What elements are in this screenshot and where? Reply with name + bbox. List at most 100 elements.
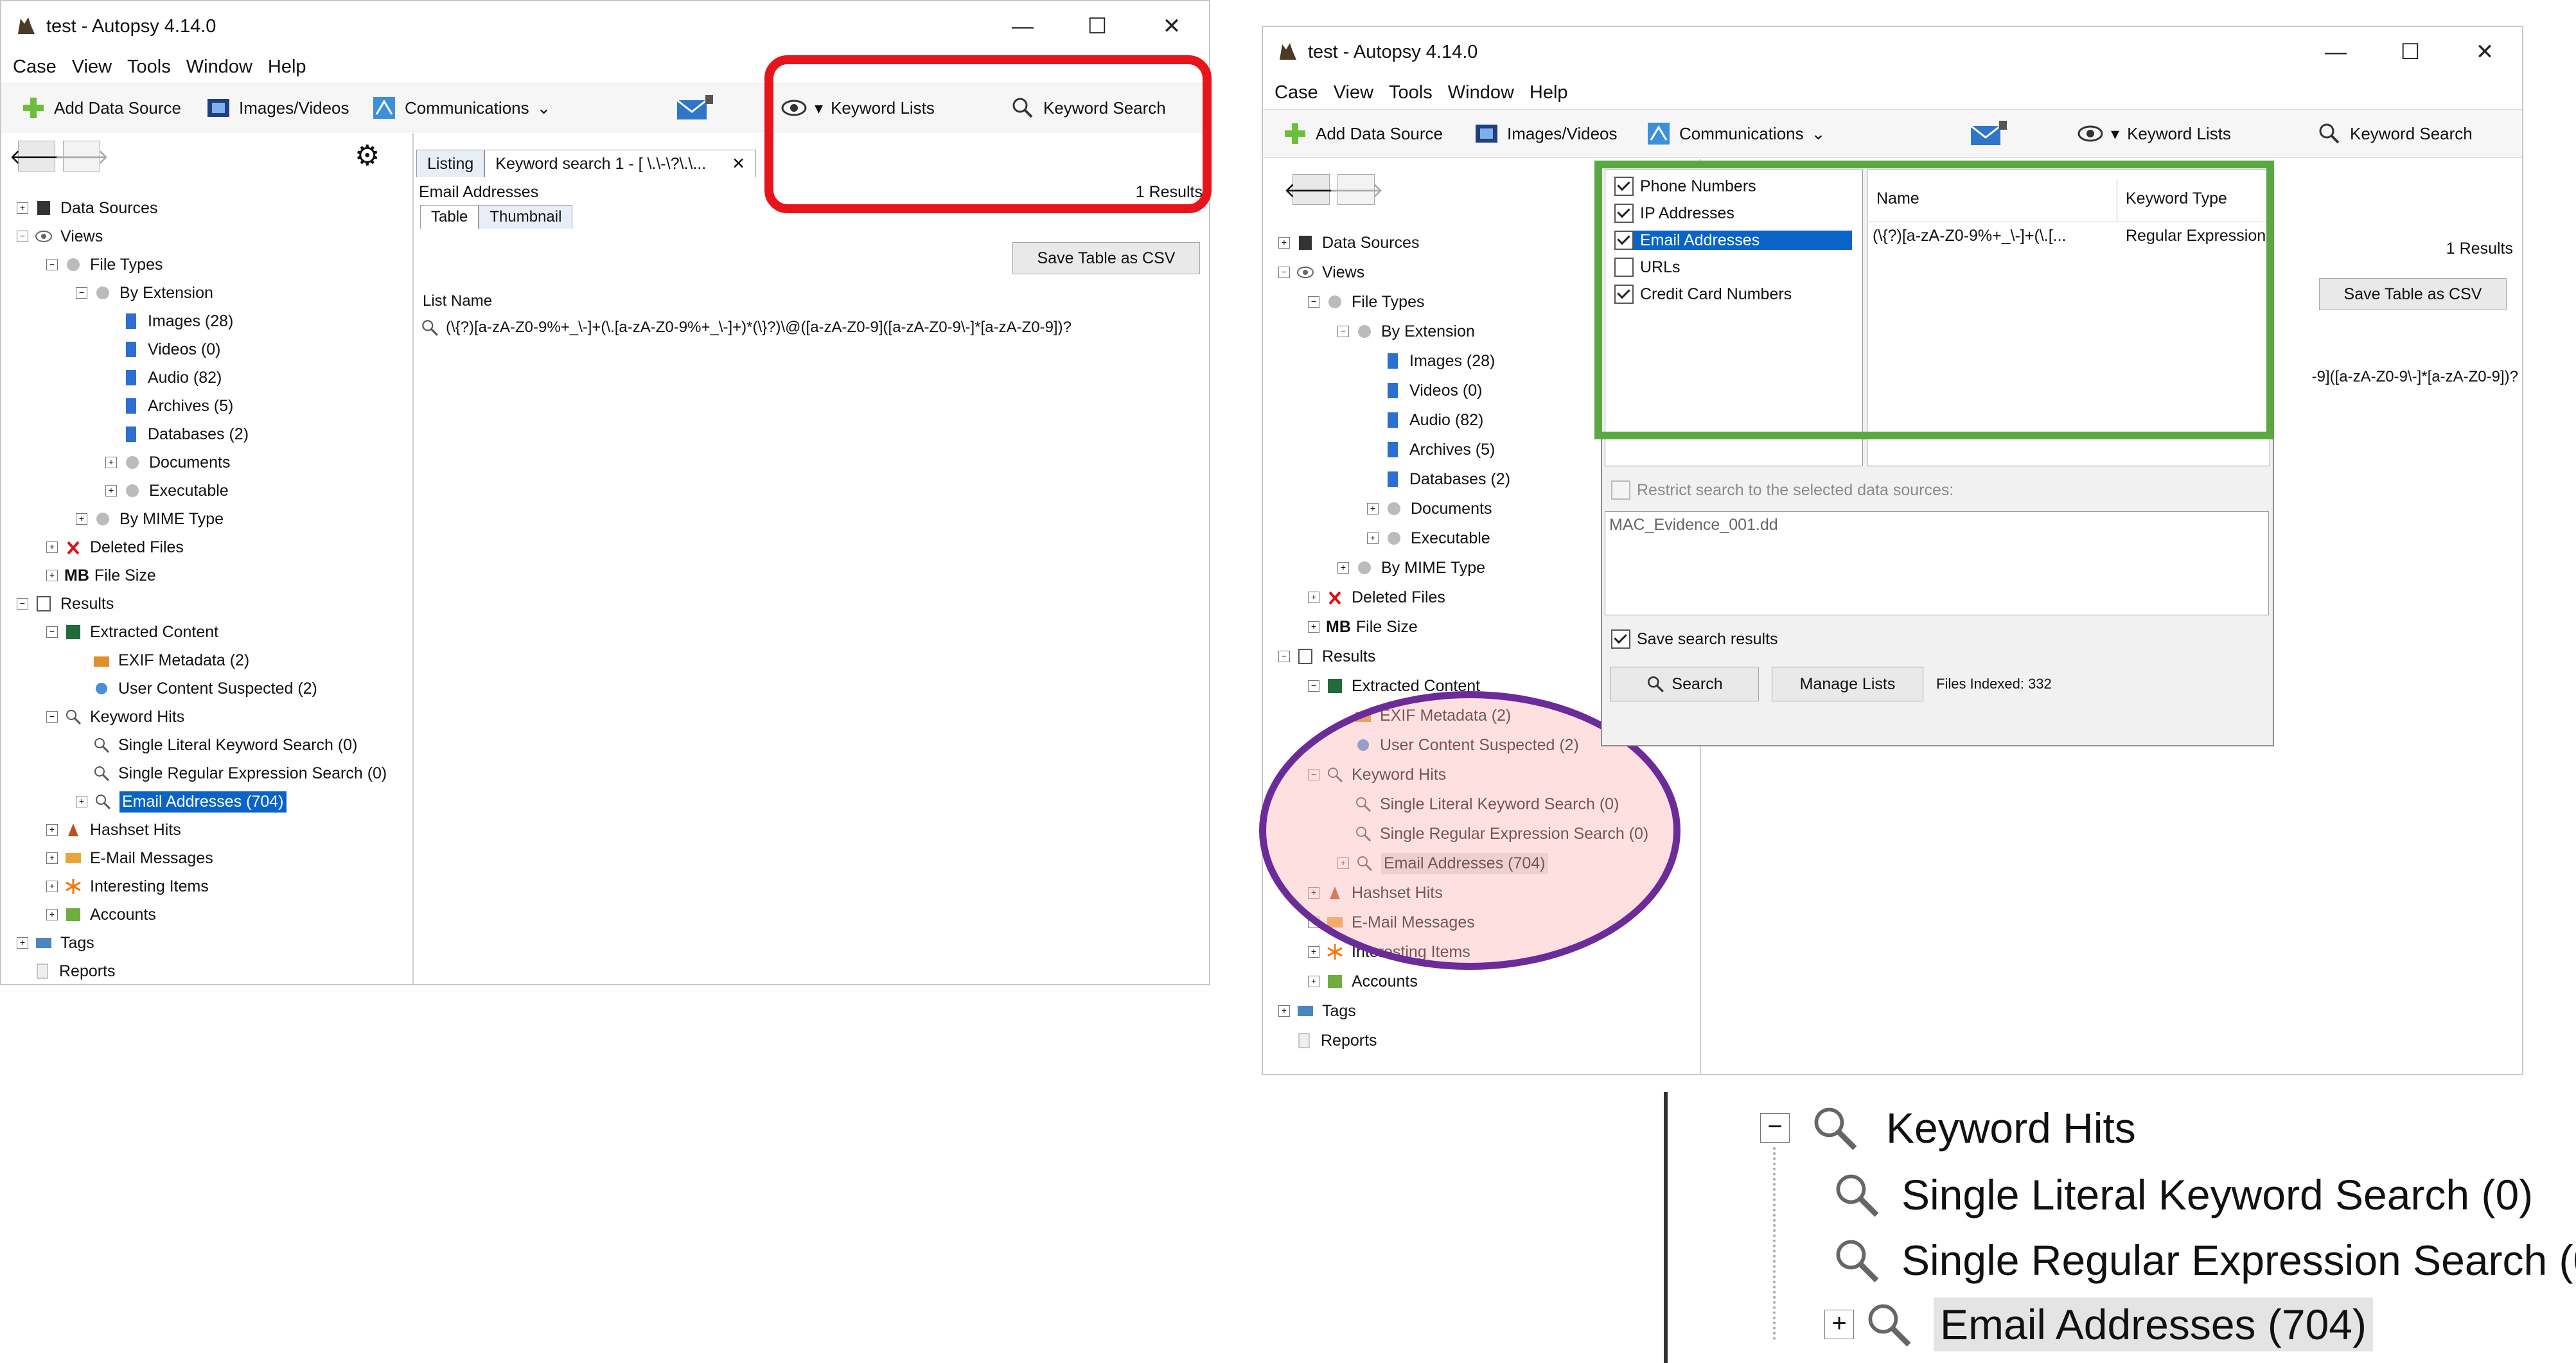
tree-file-size[interactable]: + MB File Size — [1308, 613, 1418, 640]
tree-accounts[interactable]: + Accounts — [1308, 968, 1418, 995]
menu-tools[interactable]: Tools — [1389, 82, 1433, 103]
tree-file-types[interactable]: − File Types — [1308, 288, 1424, 315]
menu-window[interactable]: Window — [186, 57, 252, 78]
menu-window[interactable]: Window — [1448, 82, 1514, 103]
tab-listing[interactable]: Listing — [416, 150, 485, 177]
maximize-icon[interactable]: ☐ — [2373, 27, 2448, 77]
communications-button[interactable]: Communications ⌄ — [1646, 110, 1825, 157]
tree-by-mime[interactable]: + By MIME Type — [76, 506, 224, 532]
tree-file-size[interactable]: + MB File Size — [46, 562, 156, 589]
close-tab-icon[interactable]: ✕ — [732, 154, 745, 173]
tree-single-regex[interactable]: Single Regular Expression Search (0) — [76, 760, 387, 787]
tree-accounts[interactable]: + Accounts — [46, 901, 156, 928]
tree-executable[interactable]: + Executable — [105, 477, 229, 504]
data-source-item[interactable]: MAC_Evidence_001.dd — [1609, 516, 1778, 534]
tree-videos[interactable]: Videos (0) — [105, 336, 221, 363]
tree-archives[interactable]: Archives (5) — [1367, 436, 1495, 463]
tree-reports[interactable]: Reports — [1278, 1027, 1377, 1054]
minimize-icon[interactable]: — — [985, 1, 1060, 51]
tab-table[interactable]: Table — [420, 205, 479, 229]
tree-single-literal[interactable]: Single Literal Keyword Search (0) — [76, 732, 357, 759]
maximize-icon[interactable]: ☐ — [1060, 1, 1134, 51]
add-data-source-button[interactable]: Add Data Source — [21, 84, 181, 132]
tab-thumbnail[interactable]: Thumbnail — [479, 205, 573, 229]
back-button[interactable]: 🡐 — [9, 141, 64, 171]
checkbox-restrict[interactable] — [1611, 480, 1630, 500]
table-row[interactable]: (\{?)[a-zA-Z0-9%+_\-]+(\.[a-zA-Z0-9%+_\-… — [420, 318, 1072, 337]
save-table-csv-button[interactable]: Save Table as CSV — [1012, 242, 1200, 274]
tree-interesting-items[interactable]: + Interesting Items — [46, 873, 209, 900]
tree-data-sources[interactable]: + Data Sources — [1278, 229, 1419, 256]
images-videos-button[interactable]: Images/Videos — [1474, 110, 1618, 157]
forward-button[interactable]: 🡒 — [1328, 174, 1384, 205]
search-button[interactable]: Search — [1610, 667, 1759, 701]
messages-button[interactable] — [1970, 110, 2007, 157]
close-icon[interactable]: ✕ — [1134, 1, 1209, 51]
save-table-csv-button[interactable]: Save Table as CSV — [2319, 278, 2507, 310]
tree-deleted-files[interactable]: + Deleted Files — [1308, 584, 1445, 611]
tree-by-mime[interactable]: + By MIME Type — [1337, 554, 1485, 581]
tree-file-types[interactable]: − File Types — [46, 251, 163, 278]
menu-view[interactable]: View — [1334, 82, 1373, 103]
tree-hashset-hits[interactable]: + Hashset Hits — [46, 816, 181, 843]
tree-videos[interactable]: Videos (0) — [1367, 377, 1483, 404]
add-data-source-button[interactable]: Add Data Source — [1282, 110, 1443, 157]
tree-user-content[interactable]: User Content Suspected (2) — [76, 675, 317, 702]
collapse-icon[interactable]: − — [1760, 1113, 1790, 1143]
menu-help[interactable]: Help — [268, 57, 306, 78]
minimize-icon[interactable]: — — [2298, 27, 2373, 77]
checkbox-save-results[interactable] — [1611, 629, 1630, 649]
menu-case[interactable]: Case — [13, 57, 57, 78]
communications-button[interactable]: Communications ⌄ — [371, 84, 551, 132]
tree-by-extension[interactable]: − By Extension — [1337, 318, 1475, 345]
tree-exif[interactable]: EXIF Metadata (2) — [76, 647, 249, 674]
tree-email-addresses[interactable]: + Email Addresses (704) — [76, 788, 287, 815]
manage-lists-button[interactable]: Manage Lists — [1772, 667, 1923, 701]
save-results-option[interactable]: Save search results — [1611, 629, 1778, 649]
tree-email-messages[interactable]: + E-Mail Messages — [46, 845, 213, 872]
tab-keyword-search[interactable]: Keyword search 1 - [ \.\-\?\.\... ✕ — [484, 150, 757, 177]
zoom-single-regex[interactable]: Single Regular Expression Search (0) — [1831, 1235, 2576, 1286]
tree-views[interactable]: − Views — [17, 223, 103, 250]
forward-button[interactable]: 🡒 — [54, 141, 109, 171]
close-icon[interactable]: ✕ — [2448, 27, 2522, 77]
keyword-search-button[interactable]: Keyword Search — [2316, 110, 2473, 157]
tree-keyword-hits[interactable]: − Keyword Hits — [46, 703, 184, 730]
gear-icon[interactable]: ⚙ — [355, 139, 380, 172]
tree-archives[interactable]: Archives (5) — [105, 392, 233, 419]
keyword-lists-button[interactable]: ▾ Keyword Lists — [2078, 110, 2231, 157]
zoom-email-addresses[interactable]: + Email Addresses (704) — [1824, 1297, 2373, 1351]
tree-views[interactable]: − Views — [1278, 259, 1364, 286]
tree-tags[interactable]: + Tags — [1278, 998, 1356, 1024]
menu-tools[interactable]: Tools — [127, 57, 171, 78]
zoom-keyword-hits[interactable]: − Keyword Hits — [1760, 1102, 2136, 1154]
tree-images[interactable]: Images (28) — [1367, 347, 1495, 374]
tree-extracted-content[interactable]: − Extracted Content — [46, 619, 218, 646]
tree-audio[interactable]: Audio (82) — [1367, 407, 1483, 434]
tree-tags[interactable]: + Tags — [17, 929, 94, 956]
tree-databases[interactable]: Databases (2) — [105, 421, 249, 448]
tree-executable[interactable]: + Executable — [1367, 525, 1490, 552]
tree-by-extension[interactable]: − By Extension — [76, 279, 213, 306]
tree-deleted-files[interactable]: + Deleted Files — [46, 534, 184, 561]
tree-documents[interactable]: + Documents — [105, 449, 230, 476]
zoom-single-literal[interactable]: Single Literal Keyword Search (0) — [1831, 1169, 2533, 1220]
expand-icon[interactable]: + — [1824, 1310, 1854, 1339]
tree-reports[interactable]: Reports — [17, 958, 116, 984]
tree-audio[interactable]: Audio (82) — [105, 364, 222, 391]
file-types-icon — [1358, 561, 1371, 574]
menu-help[interactable]: Help — [1530, 82, 1568, 103]
images-videos-button[interactable]: Images/Videos — [206, 84, 349, 132]
restrict-search-option[interactable]: Restrict search to the selected data sou… — [1611, 480, 1954, 500]
tree-results[interactable]: − Results — [1278, 643, 1375, 670]
deleted-icon — [67, 541, 80, 555]
menu-view[interactable]: View — [72, 57, 112, 78]
messages-button[interactable] — [676, 84, 713, 132]
tree-documents[interactable]: + Documents — [1367, 495, 1492, 522]
tree-databases[interactable]: Databases (2) — [1367, 466, 1510, 493]
tree-images[interactable]: Images (28) — [105, 308, 233, 335]
menu-case[interactable]: Case — [1275, 82, 1318, 103]
back-button[interactable]: 🡐 — [1284, 174, 1339, 205]
tree-data-sources[interactable]: + Data Sources — [17, 195, 157, 222]
tree-results[interactable]: − Results — [17, 590, 114, 617]
